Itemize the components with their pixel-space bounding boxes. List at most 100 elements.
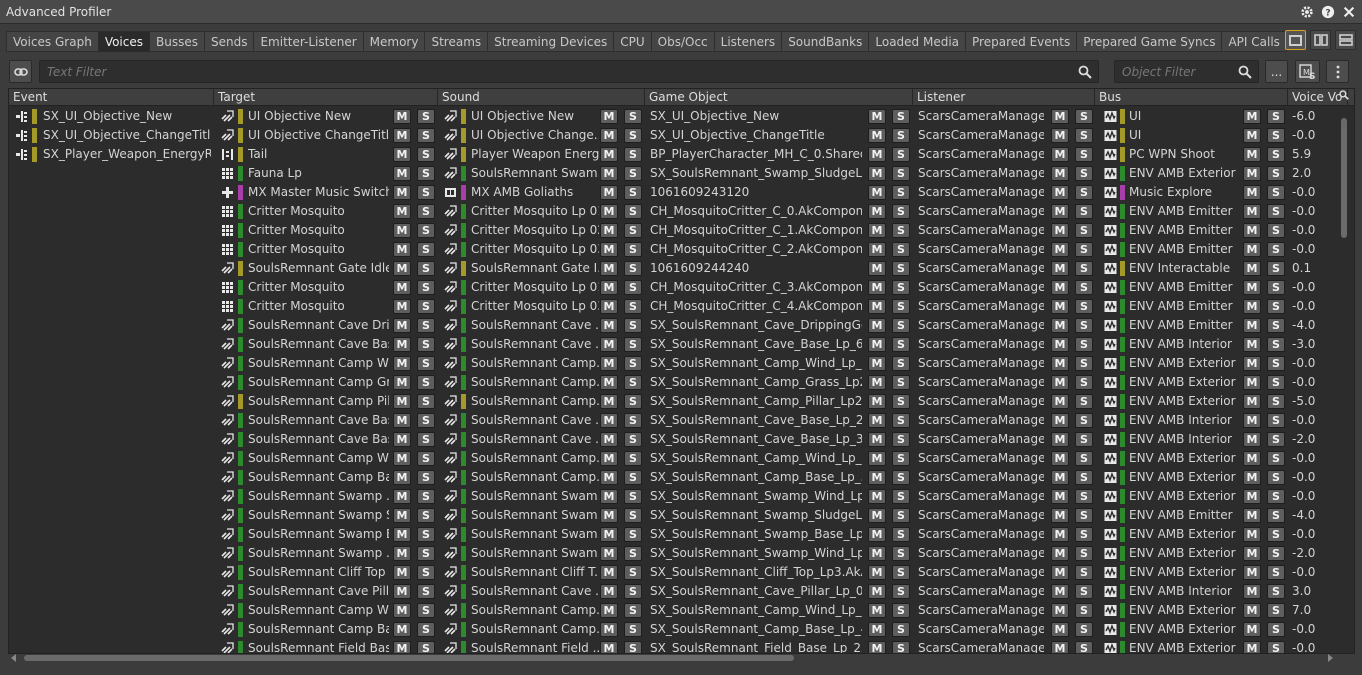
target-mute-button[interactable]: M (393, 394, 411, 409)
target-mute-button[interactable]: M (393, 603, 411, 618)
bus-mute-button[interactable]: M (1243, 413, 1261, 428)
listener-solo-button[interactable]: S (1075, 242, 1093, 257)
link-icon[interactable] (9, 60, 32, 83)
table-row[interactable]: Critter Mosquito M S Critter Mosquito Lp 03… (9, 240, 1339, 259)
table-row[interactable]: SoulsRemnant Swamp ... M S SoulsRemnant Swa… (9, 544, 1339, 563)
bus-mute-button[interactable]: M (1243, 128, 1261, 143)
sound-mute-button[interactable]: M (600, 470, 618, 485)
bus-solo-button[interactable]: S (1267, 128, 1285, 143)
sound-mute-button[interactable]: M (600, 489, 618, 504)
listener-solo-button[interactable]: S (1075, 622, 1093, 637)
bus-solo-button[interactable]: S (1267, 527, 1285, 542)
layout-vertical-split-icon[interactable] (1310, 30, 1331, 50)
bus-solo-button[interactable]: S (1267, 147, 1285, 162)
target-solo-button[interactable]: S (417, 394, 435, 409)
target-solo-button[interactable]: S (417, 242, 435, 257)
layout-horizontal-split-icon[interactable] (1335, 30, 1356, 50)
game-object-mute-button[interactable]: M (868, 413, 886, 428)
tab-prepared-game-syncs[interactable]: Prepared Game Syncs (1076, 31, 1222, 52)
table-row[interactable]: Critter Mosquito M S Critter Mosquito Lp 03… (9, 297, 1339, 316)
table-row[interactable]: SoulsRemnant Swamp ... M S SoulsRemnant Swa… (9, 487, 1339, 506)
listener-mute-button[interactable]: M (1051, 603, 1069, 618)
listener-mute-button[interactable]: M (1051, 128, 1069, 143)
sound-mute-button[interactable]: M (600, 299, 618, 314)
target-mute-button[interactable]: M (393, 508, 411, 523)
sound-solo-button[interactable]: S (624, 546, 642, 561)
target-mute-button[interactable]: M (393, 622, 411, 637)
sound-mute-button[interactable]: M (600, 223, 618, 238)
game-object-mute-button[interactable]: M (868, 451, 886, 466)
target-mute-button[interactable]: M (393, 356, 411, 371)
bus-solo-button[interactable]: S (1267, 508, 1285, 523)
listener-mute-button[interactable]: M (1051, 261, 1069, 276)
game-object-mute-button[interactable]: M (868, 223, 886, 238)
object-picker-button[interactable]: ... (1265, 60, 1288, 83)
sound-mute-button[interactable]: M (600, 413, 618, 428)
table-row[interactable]: Critter Mosquito M S Critter Mosquito Lp 01… (9, 202, 1339, 221)
listener-mute-button[interactable]: M (1051, 508, 1069, 523)
game-object-mute-button[interactable]: M (868, 337, 886, 352)
tab-listeners[interactable]: Listeners (713, 31, 782, 52)
listener-solo-button[interactable]: S (1075, 413, 1093, 428)
sound-mute-button[interactable]: M (600, 109, 618, 124)
sound-solo-button[interactable]: S (624, 432, 642, 447)
bus-solo-button[interactable]: S (1267, 109, 1285, 124)
sound-solo-button[interactable]: S (624, 565, 642, 580)
table-row[interactable]: SoulsRemnant Camp Wi... M S SoulsRemnant Ca… (9, 354, 1339, 373)
bus-solo-button[interactable]: S (1267, 204, 1285, 219)
listener-solo-button[interactable]: S (1075, 603, 1093, 618)
bus-solo-button[interactable]: S (1267, 280, 1285, 295)
sound-mute-button[interactable]: M (600, 261, 618, 276)
sound-mute-button[interactable]: M (600, 394, 618, 409)
table-row[interactable]: MX Master Music Switch M S MX AMB Goliaths M… (9, 183, 1339, 202)
target-solo-button[interactable]: S (417, 546, 435, 561)
table-row[interactable]: SoulsRemnant Gate Idle ...MSSoulsRemnant… (9, 259, 1339, 278)
listener-mute-button[interactable]: M (1051, 413, 1069, 428)
listener-solo-button[interactable]: S (1075, 147, 1093, 162)
vertical-scrollbar[interactable] (1339, 104, 1348, 652)
target-mute-button[interactable]: M (393, 128, 411, 143)
listener-mute-button[interactable]: M (1051, 489, 1069, 504)
listener-mute-button[interactable]: M (1051, 242, 1069, 257)
game-object-solo-button[interactable]: S (892, 128, 910, 143)
bus-mute-button[interactable]: M (1243, 109, 1261, 124)
close-icon[interactable] (1341, 4, 1356, 19)
game-object-mute-button[interactable]: M (868, 166, 886, 181)
sound-solo-button[interactable]: S (624, 451, 642, 466)
game-object-mute-button[interactable]: M (868, 375, 886, 390)
sound-solo-button[interactable]: S (624, 318, 642, 333)
text-filter-input[interactable]: Text Filter (39, 60, 1099, 83)
help-icon[interactable]: ? (1320, 4, 1335, 19)
target-mute-button[interactable]: M (393, 223, 411, 238)
bus-solo-button[interactable]: S (1267, 603, 1285, 618)
game-object-mute-button[interactable]: M (868, 432, 886, 447)
sound-mute-button[interactable]: M (600, 185, 618, 200)
game-object-mute-button[interactable]: M (868, 280, 886, 295)
sound-mute-button[interactable]: M (600, 565, 618, 580)
target-mute-button[interactable]: M (393, 432, 411, 447)
game-object-mute-button[interactable]: M (868, 546, 886, 561)
listener-solo-button[interactable]: S (1075, 489, 1093, 504)
listener-mute-button[interactable]: M (1051, 356, 1069, 371)
sound-solo-button[interactable]: S (624, 204, 642, 219)
listener-mute-button[interactable]: M (1051, 565, 1069, 580)
listener-solo-button[interactable]: S (1075, 318, 1093, 333)
listener-solo-button[interactable]: S (1075, 565, 1093, 580)
bus-mute-button[interactable]: M (1243, 147, 1261, 162)
target-mute-button[interactable]: M (393, 204, 411, 219)
bus-mute-button[interactable]: M (1243, 394, 1261, 409)
bus-mute-button[interactable]: M (1243, 242, 1261, 257)
sound-mute-button[interactable]: M (600, 280, 618, 295)
game-object-solo-button[interactable]: S (892, 622, 910, 637)
tab-streams[interactable]: Streams (424, 31, 488, 52)
target-mute-button[interactable]: M (393, 109, 411, 124)
target-mute-button[interactable]: M (393, 565, 411, 580)
tab-sends[interactable]: Sends (203, 31, 254, 52)
table-row[interactable]: SoulsRemnant Field Bas... M S SoulsRemnant … (9, 639, 1339, 653)
column-header-sound[interactable]: Sound (438, 89, 645, 106)
column-header-game-object[interactable]: Game Object (645, 89, 913, 106)
target-solo-button[interactable]: S (417, 318, 435, 333)
column-search-icon[interactable] (1339, 90, 1349, 100)
bus-solo-button[interactable]: S (1267, 413, 1285, 428)
sound-mute-button[interactable]: M (600, 527, 618, 542)
